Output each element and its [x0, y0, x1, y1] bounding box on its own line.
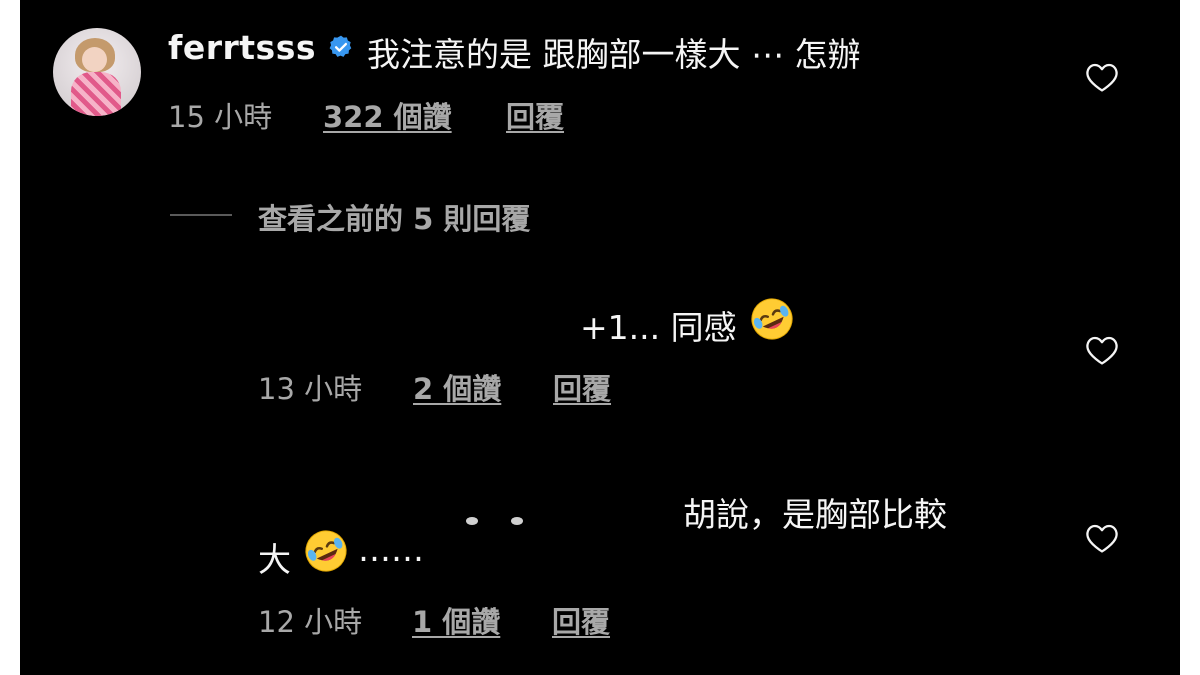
- reply-2-text-line1: 胡說，是胸部比較: [683, 495, 947, 534]
- user-avatar[interactable]: [53, 28, 141, 116]
- like-heart-icon[interactable]: [1085, 522, 1119, 554]
- avatar-body: [71, 72, 121, 116]
- verified-badge-icon: [329, 35, 352, 57]
- comment-time: 15 小時: [168, 100, 273, 134]
- thread-line: [170, 214, 232, 216]
- reply-2-reply-button[interactable]: 回覆: [552, 599, 610, 641]
- reply-1-reply-button[interactable]: 回覆: [553, 366, 611, 408]
- reply-2-likes-link[interactable]: 1 個讚: [412, 599, 500, 641]
- view-previous-replies-button[interactable]: 查看之前的 5 則回覆: [258, 196, 530, 238]
- reply-2-text-line2-end: ……: [358, 530, 424, 569]
- reply-2-text-line2-start: 大: [258, 540, 291, 579]
- comment-text: 我注意的是 跟胸部一樣大 ⋯ 怎辦: [367, 35, 861, 74]
- reply-1-text: +1... 同感: [580, 308, 737, 347]
- comment-username[interactable]: ferrtsss: [168, 28, 316, 67]
- comment-reply-button[interactable]: 回覆: [506, 94, 564, 136]
- redacted-mark: [511, 517, 523, 525]
- rolling-laughing-emoji-icon: [305, 530, 347, 572]
- rolling-laughing-emoji-icon: [751, 298, 793, 340]
- like-heart-icon[interactable]: [1085, 334, 1119, 366]
- comment-likes-link[interactable]: 322 個讚: [323, 94, 452, 136]
- avatar-face: [82, 47, 107, 72]
- reply-2-time: 12 小時: [258, 605, 363, 639]
- reply-1-time: 13 小時: [258, 372, 363, 406]
- redacted-mark: [466, 517, 478, 525]
- reply-1-likes-link[interactable]: 2 個讚: [413, 366, 501, 408]
- like-heart-icon[interactable]: [1085, 61, 1119, 93]
